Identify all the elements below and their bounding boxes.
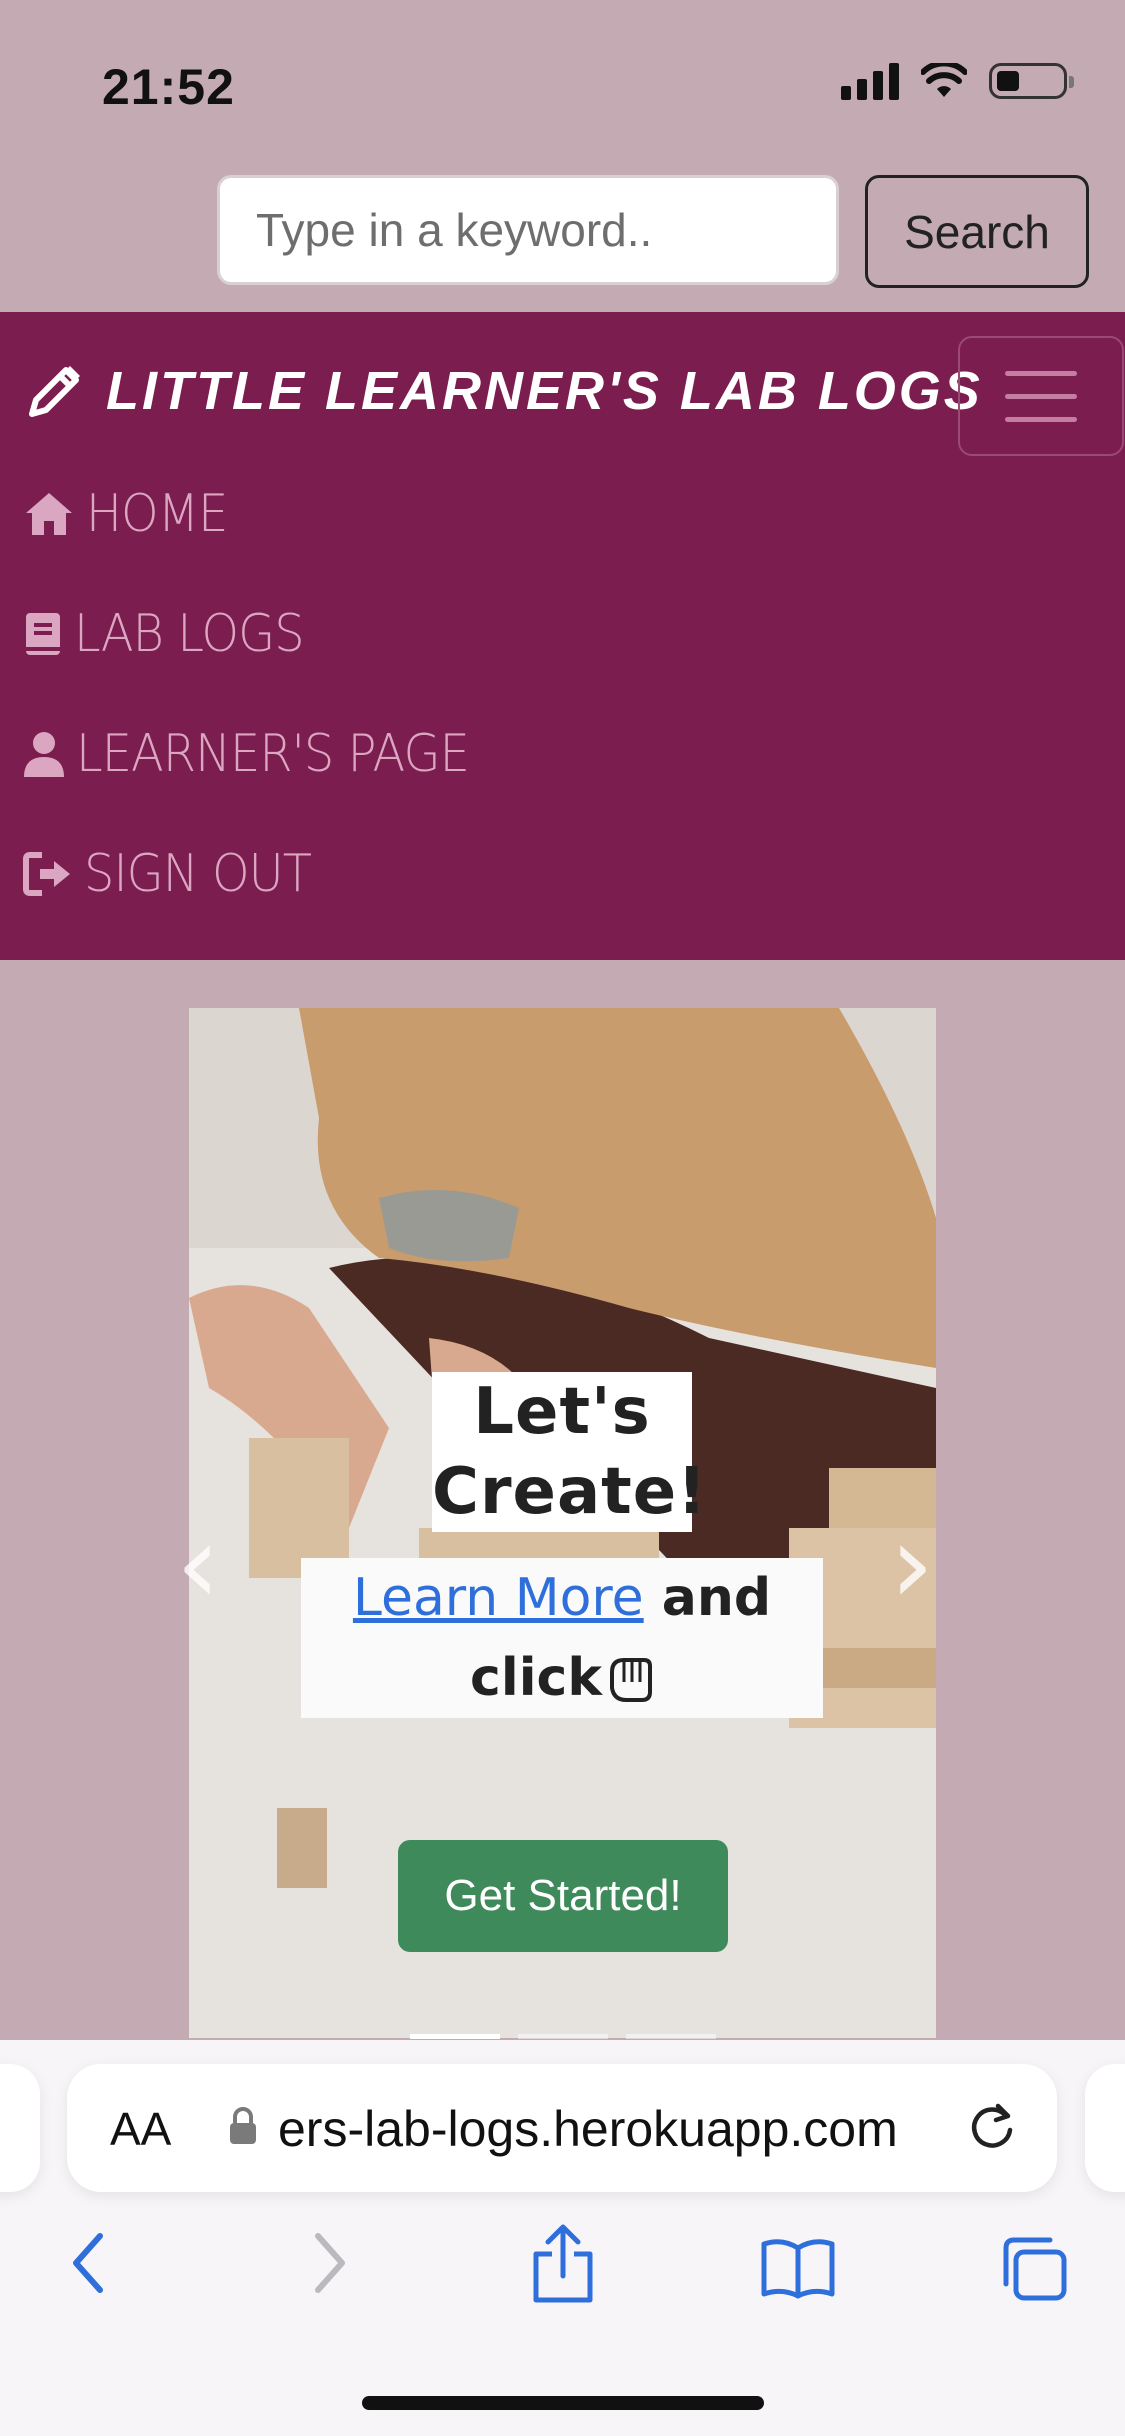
home-icon bbox=[26, 493, 72, 535]
get-started-button[interactable]: Get Started! bbox=[398, 1840, 728, 1952]
hero-subtitle: Learn More and click bbox=[301, 1558, 823, 1718]
lock-icon bbox=[230, 2107, 256, 2144]
nav-item-home[interactable]: HOME bbox=[22, 484, 240, 544]
hero-title-line: Create! bbox=[432, 1455, 708, 1529]
nav-item-learners-page[interactable]: LEARNER'S PAGE bbox=[22, 724, 503, 784]
reader-settings-button[interactable]: AA bbox=[110, 2102, 171, 2156]
nav-item-sign-out[interactable]: SIGN OUT bbox=[22, 844, 331, 904]
navbar-toggle-button[interactable] bbox=[958, 336, 1124, 456]
battery-icon bbox=[989, 63, 1074, 99]
next-tab-preview[interactable] bbox=[1085, 2064, 1125, 2192]
status-icons bbox=[841, 62, 1074, 100]
share-icon[interactable] bbox=[528, 2222, 598, 2306]
nav-item-lab-logs[interactable]: LAB LOGS bbox=[22, 604, 324, 664]
search-input[interactable] bbox=[217, 175, 839, 285]
tabs-icon[interactable] bbox=[998, 2234, 1070, 2304]
status-time: 21:52 bbox=[102, 59, 235, 115]
back-icon[interactable] bbox=[64, 2228, 114, 2298]
brand[interactable]: LITTLE LEARNER'S LAB LOGS bbox=[26, 360, 983, 422]
carousel-prev-icon[interactable]: ‹ bbox=[176, 1500, 220, 1628]
previous-tab-preview[interactable] bbox=[0, 2064, 40, 2192]
hero-title: Let's Create! bbox=[432, 1372, 708, 1532]
reload-icon[interactable] bbox=[966, 2100, 1018, 2152]
bookmarks-icon[interactable] bbox=[760, 2236, 836, 2300]
aa-label: AA bbox=[110, 2103, 172, 2155]
forward-icon[interactable] bbox=[304, 2228, 354, 2298]
hero-subtitle-text: and bbox=[643, 1568, 772, 1628]
wifi-icon bbox=[921, 63, 967, 97]
hero-title-line: Let's bbox=[473, 1375, 651, 1449]
sign-out-icon bbox=[23, 852, 70, 896]
carousel-indicator-active[interactable] bbox=[410, 2034, 500, 2039]
carousel-indicator[interactable] bbox=[518, 2034, 608, 2039]
cellular-signal-icon bbox=[841, 62, 899, 100]
carousel-indicator[interactable] bbox=[626, 2034, 716, 2039]
nav-item-label: LAB LOGS bbox=[74, 604, 305, 664]
learn-more-link[interactable]: Learn More bbox=[353, 1568, 644, 1628]
book-icon bbox=[26, 613, 60, 655]
nav-item-label: SIGN OUT bbox=[84, 844, 312, 904]
pointing-hand-icon bbox=[609, 1658, 652, 1702]
hero-subtitle-text: click bbox=[470, 1648, 602, 1708]
carousel-next-icon[interactable]: › bbox=[890, 1500, 934, 1628]
nav-item-label: HOME bbox=[86, 484, 228, 544]
user-icon bbox=[24, 732, 64, 777]
brand-title: LITTLE LEARNER'S LAB LOGS bbox=[106, 361, 983, 421]
home-indicator bbox=[362, 2396, 764, 2410]
nav-item-label: LEARNER'S PAGE bbox=[76, 724, 470, 784]
pencil-icon bbox=[29, 366, 80, 417]
search-button[interactable]: Search bbox=[865, 175, 1089, 288]
url-text: ers-lab-logs.herokuapp.com bbox=[278, 2101, 898, 2157]
